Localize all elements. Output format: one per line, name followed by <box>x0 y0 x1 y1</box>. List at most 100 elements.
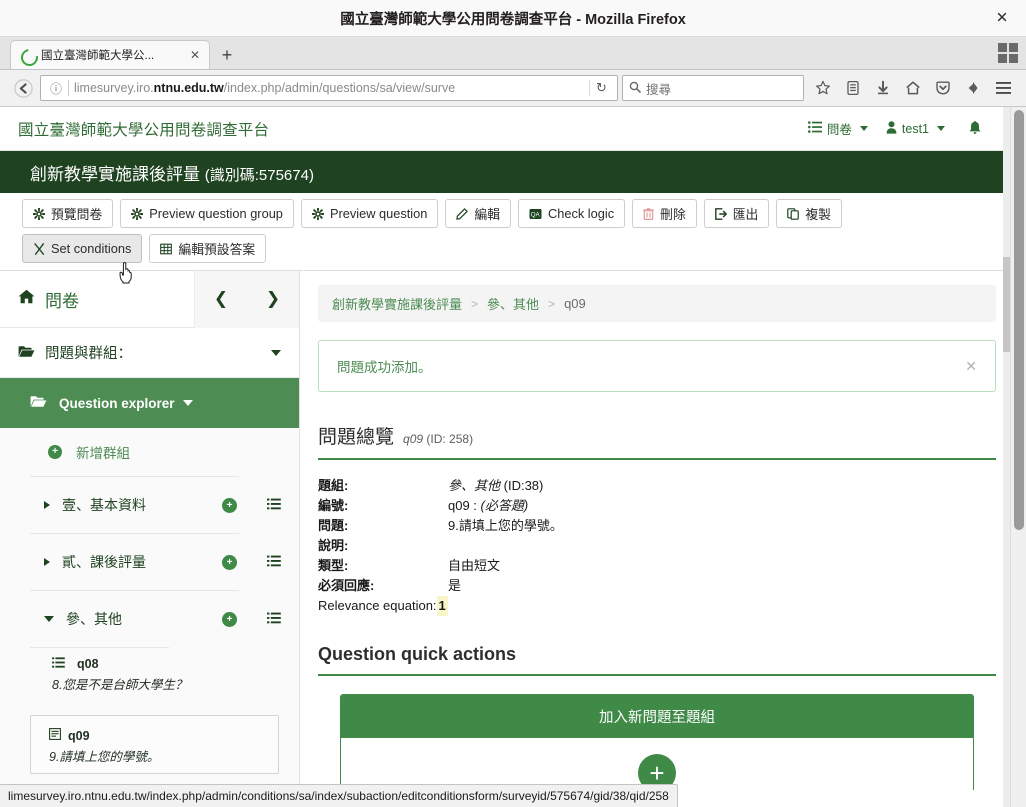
library-icon[interactable] <box>838 74 868 102</box>
tab-close-icon[interactable]: ✕ <box>187 48 203 62</box>
close-icon[interactable]: ✕ <box>965 358 977 375</box>
copy-icon <box>787 207 800 220</box>
inner-scrollbar[interactable] <box>1003 107 1010 807</box>
copy-button[interactable]: 複製 <box>776 199 842 228</box>
sidebar-group-item-active[interactable]: 參、其他 + <box>0 591 299 647</box>
sync-icon[interactable] <box>958 74 988 102</box>
sidebar-group-item[interactable]: 壹、基本資料 + <box>0 477 299 533</box>
quick-actions-title: Question quick actions <box>318 644 996 676</box>
downloads-icon[interactable] <box>868 74 898 102</box>
nav-user-label: test1 <box>901 121 929 136</box>
search-input[interactable]: 搜尋 <box>646 79 671 98</box>
question-text: 9.請填上您的學號。 <box>49 750 160 764</box>
group-name: 貳、課後評量 <box>62 554 146 570</box>
check-logic-button[interactable]: QA Check logic <box>517 199 626 228</box>
sidebar-question-explorer[interactable]: Question explorer <box>0 378 299 428</box>
browser-toolbar-icons <box>808 74 1018 102</box>
home-icon[interactable] <box>898 74 928 102</box>
edit-button[interactable]: 編輯 <box>445 199 511 228</box>
chevron-down-icon[interactable] <box>44 616 54 622</box>
preview-question-group-button[interactable]: Preview question group <box>120 199 294 228</box>
sidebar-add-group-button[interactable]: + 新增群組 <box>0 428 299 476</box>
group-list-icon[interactable] <box>267 612 281 627</box>
plus-icon: + <box>48 445 62 459</box>
group-list-icon[interactable] <box>267 498 281 513</box>
survey-title-text: 創新教學實施課後評量 <box>30 164 205 184</box>
new-tab-button[interactable]: + <box>213 41 241 69</box>
nav-surveys-menu[interactable]: 問卷 <box>799 119 877 138</box>
add-question-icon[interactable]: + <box>222 497 237 513</box>
detail-label: 說明: <box>318 538 349 553</box>
breadcrumb-separator: > <box>548 296 556 311</box>
menu-icon[interactable] <box>988 74 1018 102</box>
question-head: q09 <box>49 728 268 743</box>
add-group-label: 新增群組 <box>76 446 130 461</box>
breadcrumb-survey[interactable]: 創新教學實施課後評量 <box>332 294 462 313</box>
group-name: 壹、基本資料 <box>62 497 146 513</box>
bell-icon[interactable] <box>954 120 992 138</box>
question-code-meta: q09 <box>403 432 424 446</box>
detail-value: q09 : (必答題) <box>448 496 528 516</box>
relevance-label: Relevance equation: <box>318 598 437 613</box>
sidebar-question-item-selected[interactable]: q09 9.請填上您的學號。 <box>30 715 279 774</box>
chevron-right-icon[interactable] <box>44 501 50 509</box>
site-info-icon[interactable]: ⓘ <box>45 80 67 97</box>
detail-label: 必須回應: <box>318 578 375 593</box>
firefox-window: 國立臺灣師範大學公用問卷調查平台 - Mozilla Firefox ✕ 國立臺… <box>0 0 1026 807</box>
question-code: q09 <box>68 728 90 743</box>
browser-tab[interactable]: 國立臺灣師範大學公... ✕ <box>10 40 210 69</box>
edit-default-answers-button[interactable]: 編輯預設答案 <box>149 234 267 263</box>
sidebar: 問卷 ❮ ❯ 問題與群組： Question explorer + 新增群組 壹… <box>0 271 300 790</box>
logic-icon: QA <box>529 208 542 220</box>
folder-open-icon <box>30 395 47 411</box>
page-content: 國立臺灣師範大學公用問卷調查平台 問卷 test1 創新教學實施課後評量 (識別… <box>0 107 1010 807</box>
detail-value: 參、其他 (ID:38) <box>448 476 543 496</box>
sidebar-section-label: 問題與群組： <box>45 346 132 362</box>
inner-scrollbar-thumb[interactable] <box>1003 257 1010 352</box>
star-icon[interactable] <box>808 74 838 102</box>
app-brand[interactable]: 國立臺灣師範大學公用問卷調查平台 <box>18 118 269 140</box>
search-bar[interactable]: 搜尋 <box>622 75 804 101</box>
check-logic-label: Check logic <box>547 206 615 221</box>
chevron-down-icon <box>182 400 193 406</box>
detail-row: 編號: q09 : (必答題) <box>318 496 996 516</box>
page-scrollbar[interactable] <box>1010 107 1026 807</box>
breadcrumb-group[interactable]: 參、其他 <box>487 294 539 313</box>
list-all-tabs-icon[interactable] <box>998 43 1018 63</box>
delete-button[interactable]: 刪除 <box>632 199 697 228</box>
text-icon <box>49 728 61 743</box>
success-alert: 問題成功添加。 ✕ <box>318 340 996 392</box>
add-question-icon[interactable]: + <box>222 554 237 570</box>
preview-survey-button[interactable]: 預覽問卷 <box>22 199 114 228</box>
sidebar-next-icon[interactable]: ❯ <box>266 289 280 309</box>
detail-row: 說明: <box>318 536 996 556</box>
gear-icon <box>311 207 324 220</box>
detail-row: 必須回應: 是 <box>318 576 996 596</box>
add-question-icon[interactable]: + <box>222 611 237 627</box>
sidebar-prev-icon[interactable]: ❮ <box>214 289 228 309</box>
page-title: 問題總覽 <box>318 427 395 448</box>
gear-icon <box>131 207 144 220</box>
group-list-icon[interactable] <box>267 555 281 570</box>
edit-default-answers-label: 編輯預設答案 <box>178 242 256 257</box>
detail-row: 題組: 參、其他 (ID:38) <box>318 476 996 496</box>
page-scrollbar-thumb[interactable] <box>1014 110 1024 530</box>
export-button[interactable]: 匯出 <box>703 199 770 228</box>
url-bar[interactable]: ⓘ limesurvey.iro.ntnu.edu.tw/index.php/a… <box>40 75 618 101</box>
chevron-right-icon[interactable] <box>44 558 50 566</box>
sidebar-home-link[interactable]: 問卷 <box>0 287 194 312</box>
window-close-button[interactable]: ✕ <box>992 11 1012 26</box>
group-actions: + <box>222 554 281 570</box>
toolbar-row-1: 預覽問卷 Preview question group Preview ques… <box>22 199 988 228</box>
reload-icon[interactable]: ↻ <box>589 80 613 96</box>
sidebar-group-item[interactable]: 貳、課後評量 + <box>0 534 299 590</box>
back-button-icon[interactable] <box>8 74 38 102</box>
set-conditions-button[interactable]: Set conditions <box>22 234 143 263</box>
nav-user-menu[interactable]: test1 <box>877 120 954 137</box>
gear-icon <box>33 207 45 220</box>
sidebar-questions-groups-section[interactable]: 問題與群組： <box>0 328 299 378</box>
pocket-icon[interactable] <box>928 74 958 102</box>
preview-question-button[interactable]: Preview question <box>300 199 439 228</box>
sidebar-question-item[interactable]: q08 8.您是不是台師大學生？ <box>0 648 299 701</box>
group-actions: + <box>222 497 281 513</box>
